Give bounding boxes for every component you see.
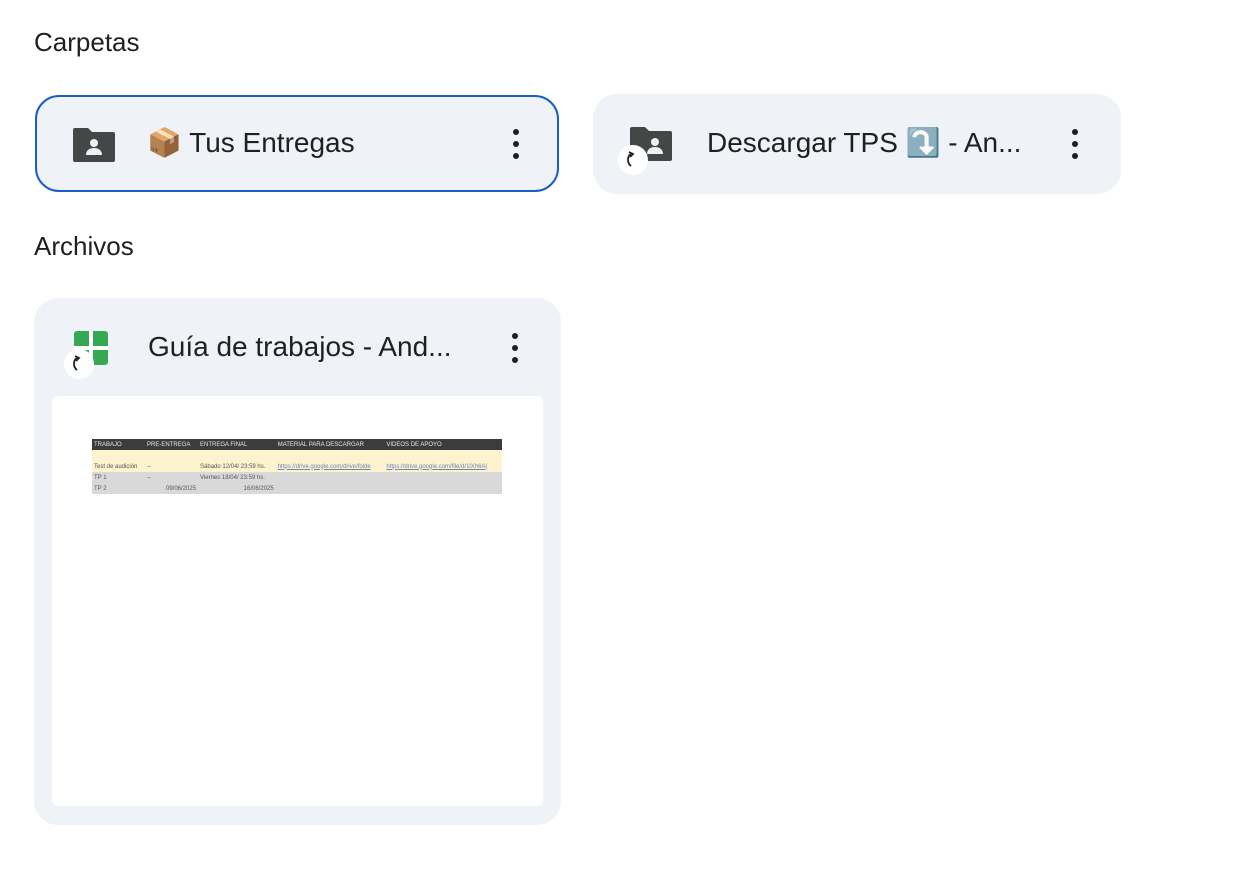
sheet-cell: https://drive.google.com/drive/folde xyxy=(275,461,385,472)
file-name: Guía de trabajos - And... xyxy=(148,331,452,362)
shared-folder-icon xyxy=(73,128,115,162)
sheet-cell xyxy=(275,472,385,483)
folder-card-tus-entregas[interactable]: 📦 Tus Entregas xyxy=(35,95,559,192)
sheet-cell: 16/06/2025 xyxy=(198,483,276,494)
sheet-row: Test de audición -- Sábado 12/04/ 23:59 … xyxy=(92,461,502,472)
sheet-cell xyxy=(198,450,276,461)
sheet-cell: Viernes 18/04/ 23:59 hs. xyxy=(198,472,276,483)
sheet-cell xyxy=(384,483,502,494)
sheet-cell: TP 1 xyxy=(92,472,146,483)
more-options-button[interactable] xyxy=(1055,124,1095,164)
sheet-cell xyxy=(145,450,199,461)
sheet-row: TP 1 -- Viernes 18/04/ 23:59 hs. xyxy=(92,472,502,483)
more-options-button[interactable] xyxy=(496,124,536,164)
sheet-cell xyxy=(384,472,502,483)
sheet-cell xyxy=(384,450,502,461)
sheet-cell: https://drive.google.com/file/d/1lXh6A( xyxy=(384,461,502,472)
sheet-header-cell: MATERIAL PARA DESCARGAR xyxy=(275,439,385,450)
file-card-guia-de-trabajos[interactable]: Guía de trabajos - And... TRABAJO PRE-EN… xyxy=(34,298,561,825)
more-vert-icon xyxy=(513,129,519,159)
folder-card-descargar-tps[interactable]: Descargar TPS ⤵️ - An... xyxy=(593,94,1121,194)
sheet-cell: -- xyxy=(145,461,199,472)
folder-name: 📦 Tus Entregas xyxy=(147,127,355,158)
sheet-row: TP 2 09/06/2025 16/06/2025 xyxy=(92,483,502,494)
shortcut-arrow-icon xyxy=(627,151,635,167)
more-vert-icon xyxy=(1072,129,1078,159)
folder-name: Descargar TPS ⤵️ - An... xyxy=(707,127,1022,158)
sheet-cell xyxy=(275,483,385,494)
sheet-header-cell: TRABAJO xyxy=(92,439,146,450)
file-thumbnail[interactable]: TRABAJO PRE-ENTREGA ENTREGA FINAL MATERI… xyxy=(52,396,543,806)
more-options-button[interactable] xyxy=(495,328,535,368)
sheet-cell: Test de audición xyxy=(92,461,146,472)
sheet-header-cell: VIDEOS DE APOYO xyxy=(384,439,502,450)
files-section-title: Archivos xyxy=(34,231,134,261)
more-vert-icon xyxy=(512,333,518,363)
spreadsheet-preview: TRABAJO PRE-ENTREGA ENTREGA FINAL MATERI… xyxy=(92,439,502,494)
sheet-cell: Sábado 12/04/ 23:59 hs. xyxy=(198,461,276,472)
sheet-cell: 09/06/2025 xyxy=(145,483,199,494)
sheet-cell xyxy=(275,450,385,461)
sheet-cell: -- xyxy=(145,472,199,483)
sheet-cell xyxy=(92,450,146,461)
shortcut-arrow-icon xyxy=(73,355,81,371)
sheet-cell: TP 2 xyxy=(92,483,146,494)
sheet-row xyxy=(92,450,502,461)
shortcut-badge xyxy=(618,145,648,175)
sheet-header-cell: PRE-ENTREGA xyxy=(145,439,199,450)
shortcut-badge xyxy=(64,349,94,379)
folders-section-title: Carpetas xyxy=(34,27,140,57)
sheet-header-cell: ENTREGA FINAL xyxy=(198,439,276,450)
